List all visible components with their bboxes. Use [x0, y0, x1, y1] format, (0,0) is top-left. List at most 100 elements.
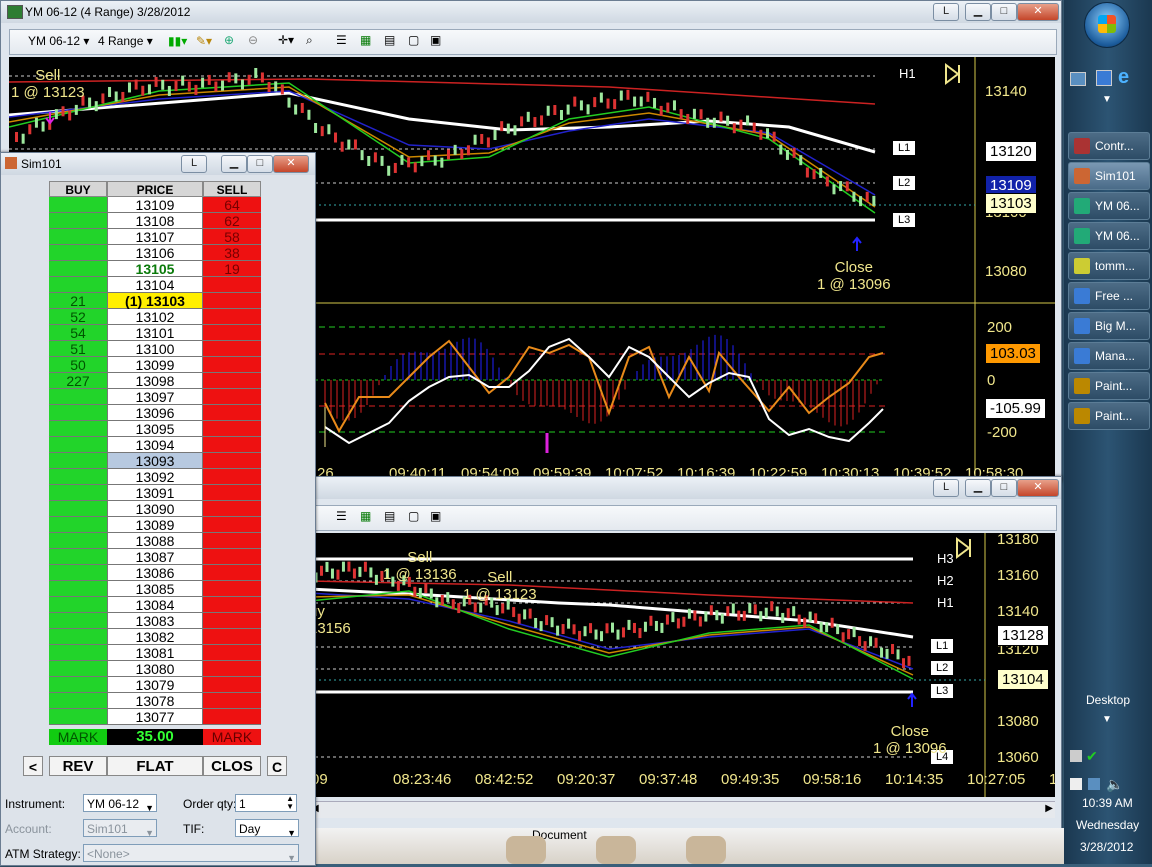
- maximize-button[interactable]: □: [991, 3, 1017, 21]
- dom-price-cell[interactable]: 13084: [107, 597, 203, 613]
- dom-sell-cell[interactable]: [203, 373, 261, 389]
- dom-sell-cell[interactable]: 62: [203, 213, 261, 229]
- dom-sell-cell[interactable]: [203, 485, 261, 501]
- dom-buy-cell[interactable]: [49, 661, 107, 677]
- properties-icon[interactable]: ☰: [336, 33, 347, 47]
- dom-sell-cell[interactable]: [203, 693, 261, 709]
- dom-sell-cell[interactable]: 38: [203, 245, 261, 261]
- magnifier-icon[interactable]: ⌕: [306, 33, 313, 48]
- dom-price-cell[interactable]: 13078: [107, 693, 203, 709]
- dom-buy-cell[interactable]: [49, 245, 107, 261]
- dom-sell-cell[interactable]: [203, 469, 261, 485]
- restore-l-button[interactable]: L: [181, 155, 207, 173]
- zoom-out-icon[interactable]: ⊖: [248, 33, 258, 47]
- dom-sell-cell[interactable]: [203, 357, 261, 373]
- network-icon[interactable]: [1070, 750, 1082, 762]
- dom-buy-cell[interactable]: [49, 229, 107, 245]
- dom-sell-cell[interactable]: [203, 277, 261, 293]
- dom-price-cell[interactable]: 13087: [107, 549, 203, 565]
- dom-buy-cell[interactable]: [49, 565, 107, 581]
- dom-buy-cell[interactable]: [49, 597, 107, 613]
- dom-price-cell[interactable]: 13091: [107, 485, 203, 501]
- chevron-down-icon[interactable]: ▼: [1102, 94, 1112, 105]
- dom-price-cell[interactable]: 13094: [107, 437, 203, 453]
- monitor-icon[interactable]: [1088, 778, 1100, 790]
- candlestick-icon[interactable]: ▮▮▾: [168, 34, 187, 48]
- maximize-button[interactable]: □: [247, 155, 273, 173]
- dom-price-cell[interactable]: 13109: [107, 197, 203, 213]
- dom-buy-cell[interactable]: [49, 613, 107, 629]
- dom-sell-cell[interactable]: [203, 629, 261, 645]
- dom-price-cell[interactable]: 13083: [107, 613, 203, 629]
- zoom-in-icon[interactable]: ⊕: [224, 33, 234, 47]
- dom-buy-cell[interactable]: [49, 261, 107, 277]
- flat-button[interactable]: FLAT: [107, 756, 203, 776]
- dom-buy-cell[interactable]: 51: [49, 341, 107, 357]
- instrument-selector[interactable]: YM 06-12 ▾: [28, 34, 89, 48]
- dom-price-cell[interactable]: 13097: [107, 389, 203, 405]
- dom-buy-cell[interactable]: 54: [49, 325, 107, 341]
- dom-sell-cell[interactable]: [203, 501, 261, 517]
- data-box-icon[interactable]: ▣: [430, 509, 441, 523]
- dom-sell-cell[interactable]: [203, 581, 261, 597]
- dom-buy-cell[interactable]: 227: [49, 373, 107, 389]
- dom-sell-cell[interactable]: [203, 597, 261, 613]
- dom-sell-cell[interactable]: [203, 325, 261, 341]
- dom-price-cell[interactable]: 13101: [107, 325, 203, 341]
- dom-price-cell[interactable]: 13086: [107, 565, 203, 581]
- dom-price-cell[interactable]: 13079: [107, 677, 203, 693]
- templates-icon[interactable]: ▢: [408, 33, 419, 47]
- pencil-icon[interactable]: ✎▾: [196, 34, 212, 48]
- dom-buy-cell[interactable]: 21: [49, 293, 107, 309]
- dom-buy-cell[interactable]: 50: [49, 357, 107, 373]
- minimize-button[interactable]: ▁: [965, 479, 991, 497]
- dom-price-cell[interactable]: 13090: [107, 501, 203, 517]
- dom-sell-cell[interactable]: [203, 661, 261, 677]
- dom-price-cell[interactable]: 13095: [107, 421, 203, 437]
- indicators-icon[interactable]: ▦: [360, 33, 371, 47]
- dom-sell-cell[interactable]: 64: [203, 197, 261, 213]
- dom-buy-cell[interactable]: [49, 549, 107, 565]
- indicators-icon[interactable]: ▦: [360, 509, 371, 523]
- dom-price-cell[interactable]: 13098: [107, 373, 203, 389]
- taskbar-item[interactable]: Contr...: [1068, 132, 1150, 160]
- dom-price-cell[interactable]: 13105: [107, 261, 203, 277]
- dom-price-cell[interactable]: 13092: [107, 469, 203, 485]
- dom-price-cell[interactable]: 13082: [107, 629, 203, 645]
- dom-buy-cell[interactable]: [49, 709, 107, 725]
- taskbar-item[interactable]: Sim101: [1068, 162, 1150, 190]
- close-button[interactable]: ✕: [1017, 479, 1059, 497]
- dom-buy-cell[interactable]: [49, 197, 107, 213]
- dom-buy-cell[interactable]: [49, 437, 107, 453]
- dom-buy-cell[interactable]: [49, 421, 107, 437]
- dom-price-cell[interactable]: 13081: [107, 645, 203, 661]
- account-field[interactable]: Sim101 ▼: [83, 819, 157, 838]
- clos-button[interactable]: CLOS: [203, 756, 261, 776]
- taskbar-item[interactable]: YM 06...: [1068, 222, 1150, 250]
- dom-buy-cell[interactable]: [49, 469, 107, 485]
- dom-buy-cell[interactable]: [49, 629, 107, 645]
- dom-price-cell[interactable]: 13093: [107, 453, 203, 469]
- dom-sell-cell[interactable]: [203, 421, 261, 437]
- dom-sell-cell[interactable]: [203, 645, 261, 661]
- stepper-icon[interactable]: ▲ ▼: [286, 795, 294, 811]
- volume-icon[interactable]: 🔈: [1106, 776, 1123, 793]
- desktop-label[interactable]: Desktop: [1086, 693, 1130, 707]
- dom-sell-cell[interactable]: [203, 613, 261, 629]
- period-selector[interactable]: 4 Range ▾: [98, 34, 153, 48]
- clock-time[interactable]: 10:39 AM: [1082, 796, 1133, 810]
- dom-sell-cell[interactable]: 58: [203, 229, 261, 245]
- c-button[interactable]: C: [267, 756, 287, 776]
- taskbar-item[interactable]: Mana...: [1068, 342, 1150, 370]
- dom-price-cell[interactable]: 13089: [107, 517, 203, 533]
- ie-icon[interactable]: e: [1118, 66, 1129, 89]
- dom-sell-cell[interactable]: [203, 437, 261, 453]
- dom-buy-cell[interactable]: [49, 517, 107, 533]
- dom-price-cell[interactable]: 13102: [107, 309, 203, 325]
- dom-buy-cell[interactable]: [49, 389, 107, 405]
- scrollbar[interactable]: ◀ ▶: [309, 801, 1055, 818]
- atm-strategy-field[interactable]: <None> ▼: [83, 844, 299, 863]
- dom-buy-cell[interactable]: [49, 277, 107, 293]
- properties-icon[interactable]: ☰: [336, 509, 347, 523]
- dom-sell-cell[interactable]: 19: [203, 261, 261, 277]
